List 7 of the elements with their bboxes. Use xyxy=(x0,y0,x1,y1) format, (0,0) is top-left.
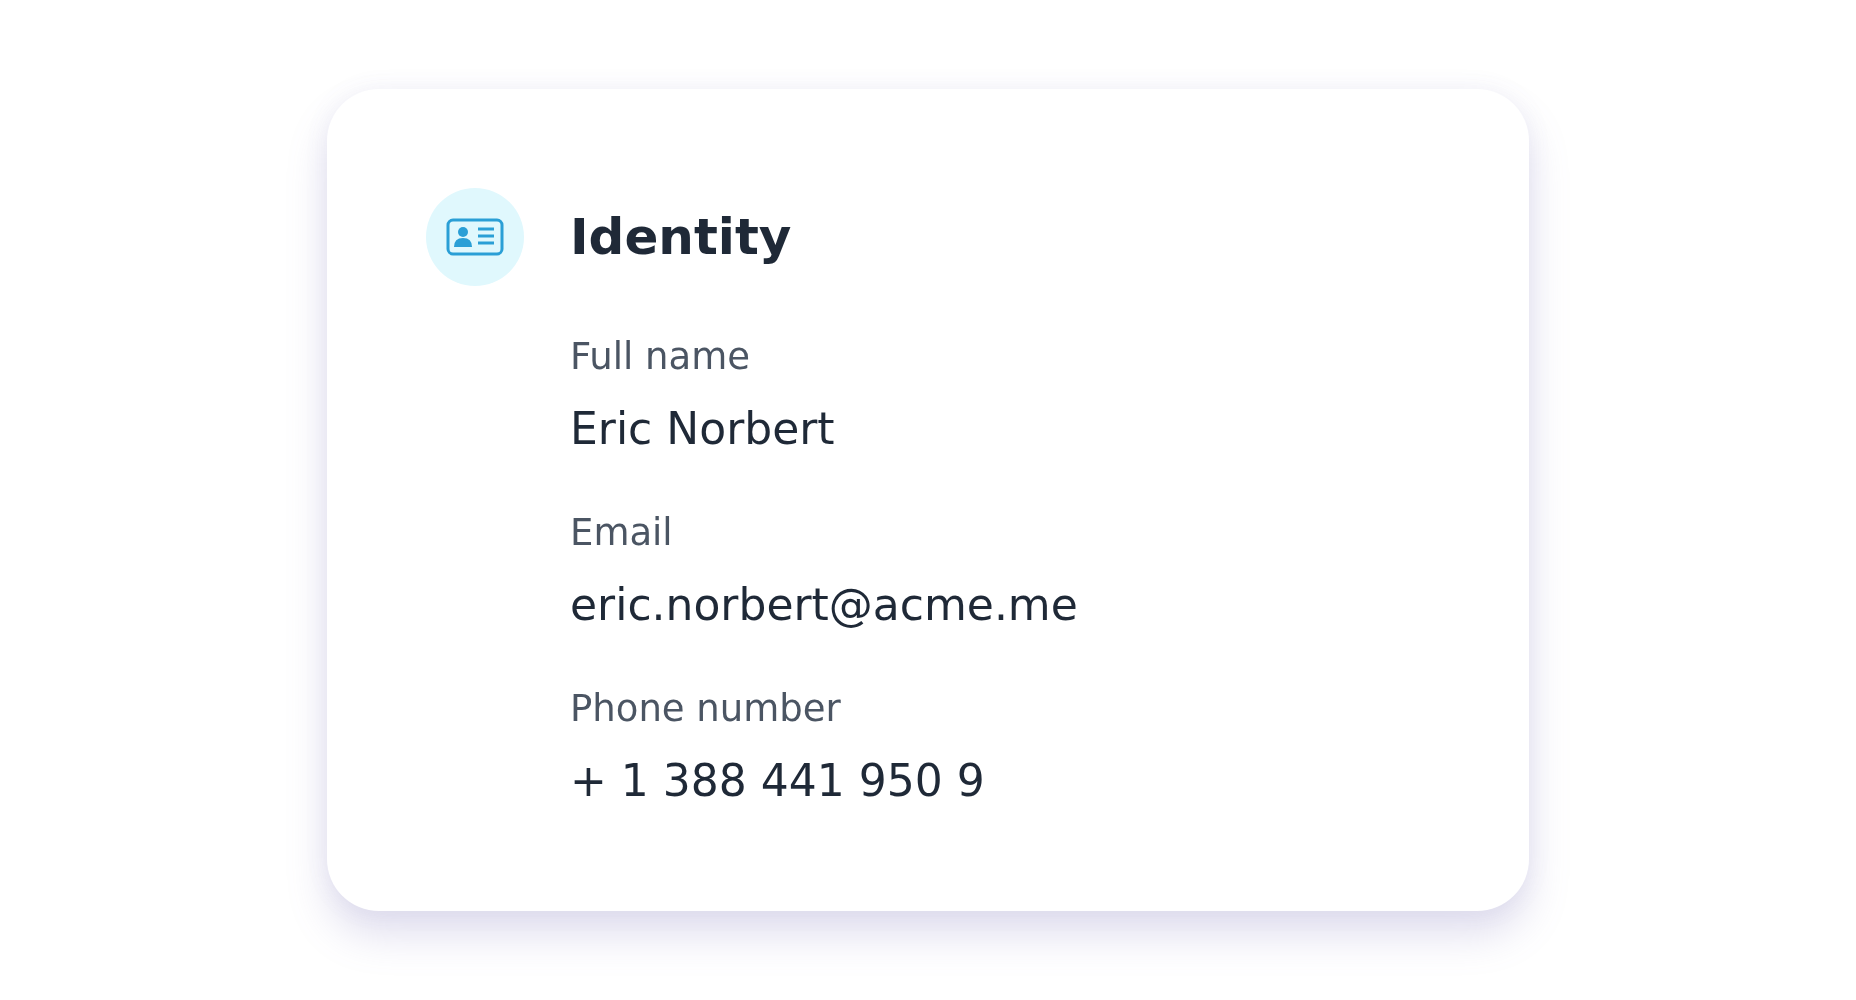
field-value: Eric Norbert xyxy=(570,402,836,456)
field-label: Email xyxy=(570,510,674,556)
field-value: + 1 388 441 950 9 xyxy=(570,754,986,808)
field-label: Full name xyxy=(570,334,751,380)
card-title: Identity xyxy=(570,207,793,267)
field-value: eric.norbert@acme.me xyxy=(570,578,1078,632)
field-label: Phone number xyxy=(570,686,842,732)
